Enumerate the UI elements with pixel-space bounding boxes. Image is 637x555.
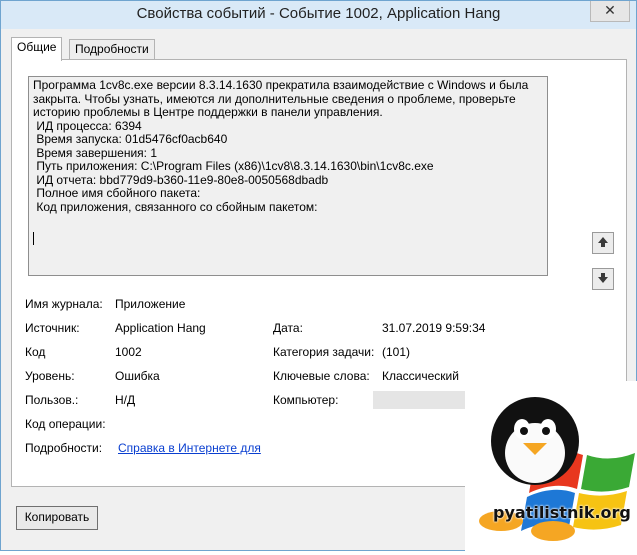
tab-details[interactable]: Подробности [69,39,155,60]
arrow-down-icon [598,273,608,283]
description-line: Путь приложения: C:\Program Files (x86)\… [33,160,434,173]
source-label: Источник: [25,321,80,335]
copy-button[interactable]: Копировать [16,506,98,530]
next-event-button[interactable] [592,268,614,290]
source-value: Application Hang [115,321,206,335]
computer-value-redacted [373,391,477,409]
window-title: Свойства событий - Событие 1002, Applica… [136,5,501,22]
description-line: Программа 1cv8c.exe версии 8.3.14.1630 п… [33,79,529,92]
date-label: Дата: [273,321,303,335]
log-name-label: Имя журнала: [25,297,103,311]
level-label: Уровень: [25,369,75,383]
description-line: историю проблемы в Центре поддержки в па… [33,106,383,119]
event-description-box[interactable]: Программа 1cv8c.exe версии 8.3.14.1630 п… [28,76,548,276]
penguin-windows-logo-icon [465,381,637,552]
watermark-logo: pyatilistnik.org [465,381,637,552]
arrow-up-icon [598,237,608,247]
description-line: ИД отчета: bbd779d9-b360-11e9-80e8-00505… [33,173,329,187]
description-line: ИД процесса: 6394 [33,119,142,133]
computer-label: Компьютер: [273,393,339,407]
description-line: Время завершения: 1 [33,146,158,160]
title-bar[interactable]: Свойства событий - Событие 1002, Applica… [1,1,636,29]
keywords-label: Ключевые слова: [273,369,370,383]
close-icon: ✕ [604,2,616,18]
event-properties-window: Свойства событий - Событие 1002, Applica… [0,0,637,552]
description-line: Код приложения, связанного со сбойным па… [33,200,318,214]
task-category-value: (101) [382,345,411,359]
previous-event-button[interactable] [592,232,614,254]
keywords-value: Классический [382,369,459,383]
level-value: Ошибка [115,369,160,383]
text-caret [33,232,34,245]
close-button[interactable]: ✕ [590,1,630,22]
user-label: Пользов.: [25,393,79,407]
description-line: Полное имя сбойного пакета: [33,187,201,200]
description-line: Время запуска: 01d5476cf0acb640 [33,133,228,146]
code-value: 1002 [115,345,142,359]
user-value: Н/Д [115,393,136,407]
date-value: 31.07.2019 9:59:34 [382,321,486,335]
description-line: закрыта. Чтобы узнать, имеются ли дополн… [33,92,516,106]
task-category-label: Категория задачи: [273,345,375,359]
details-label: Подробности: [25,441,103,455]
tab-general[interactable]: Общие [11,37,63,61]
opcode-label: Код операции: [25,417,106,431]
log-name-value: Приложение [115,297,186,311]
watermark-text: pyatilistnik.org [493,503,631,522]
online-help-link[interactable]: Справка в Интернете для [118,441,261,455]
code-label: Код [25,345,46,359]
